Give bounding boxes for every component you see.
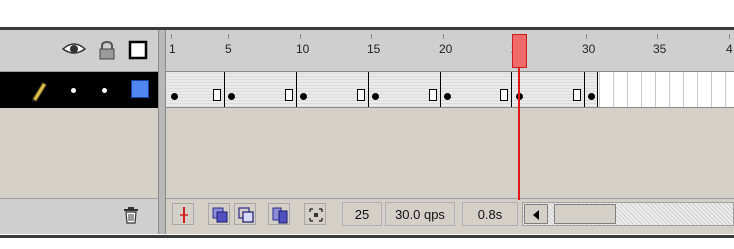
current-frame-readout: 25 (342, 202, 382, 226)
ruler-tick (300, 34, 301, 39)
ruler-label: 15 (367, 42, 381, 56)
ruler-tick (228, 34, 229, 39)
ruler-label: 4 (726, 42, 733, 56)
lock-icon[interactable] (98, 40, 116, 60)
layer-visibility-dot[interactable] (71, 88, 76, 93)
layer-list-empty-area (0, 108, 158, 198)
layer-outline-color-swatch[interactable] (131, 80, 149, 98)
frames-span[interactable] (166, 72, 598, 108)
onion-skin-button[interactable] (208, 203, 230, 225)
center-frame-icon (180, 207, 188, 223)
edit-multiple-frames-button[interactable] (268, 203, 290, 225)
bottom-border (0, 235, 734, 238)
left-arrow-icon (533, 210, 539, 220)
elapsed-time-readout: 0.8s (462, 202, 518, 226)
playhead-handle[interactable] (512, 34, 527, 68)
ruler-tick (729, 34, 730, 39)
ruler-label: 1 (169, 42, 176, 56)
outline-icon[interactable] (128, 40, 148, 60)
ruler-tick (443, 34, 444, 39)
onion-skin-icon (212, 207, 228, 223)
ruler-tick (171, 34, 172, 39)
ruler-label: 30 (582, 42, 596, 56)
span-end-frame[interactable] (213, 89, 221, 101)
ruler-tick (657, 34, 658, 39)
span-end-frame[interactable] (285, 89, 293, 101)
keyframe-separator (440, 72, 441, 107)
center-frame-button[interactable] (172, 203, 194, 225)
keyframe-separator (368, 72, 369, 107)
onion-outline-icon (238, 207, 254, 223)
timeline-empty-area (166, 108, 734, 198)
ruler-label: 10 (296, 42, 310, 56)
ruler-label: 20 (439, 42, 453, 56)
ruler-tick (586, 34, 587, 39)
span-end-frame[interactable] (357, 89, 365, 101)
keyframe-separator (296, 72, 297, 107)
keyframe-separator (584, 72, 585, 107)
top-strip (0, 0, 734, 30)
edit-multiple-frames-icon (272, 207, 288, 224)
eye-icon[interactable] (62, 40, 86, 58)
ruler-label: 5 (225, 42, 232, 56)
scroll-left-button[interactable] (524, 204, 548, 224)
ruler-label: 35 (653, 42, 667, 56)
keyframe[interactable] (171, 93, 178, 100)
onion-outline-button[interactable] (234, 203, 256, 225)
keyframe-separator (224, 72, 225, 107)
trash-icon[interactable] (121, 205, 141, 225)
layer-lock-dot[interactable] (102, 88, 107, 93)
onion-markers-icon (309, 208, 323, 222)
span-end-frame[interactable] (573, 89, 581, 101)
frame-rate-readout[interactable]: 30.0 qps (385, 202, 455, 226)
onion-markers-button[interactable] (304, 203, 326, 225)
keyframe[interactable] (300, 93, 307, 100)
panel-divider[interactable] (158, 30, 166, 234)
playhead-line (518, 68, 520, 200)
span-end-frame[interactable] (500, 89, 508, 101)
keyframe[interactable] (228, 93, 235, 100)
keyframe[interactable] (372, 93, 379, 100)
keyframe[interactable] (588, 93, 595, 100)
keyframe[interactable] (444, 93, 451, 100)
span-end-frame[interactable] (429, 89, 437, 101)
keyframe-separator (511, 72, 512, 107)
scroll-thumb[interactable] (554, 204, 616, 224)
ruler-tick (371, 34, 372, 39)
keyframe-separator (597, 72, 598, 107)
pencil-icon (28, 80, 48, 102)
